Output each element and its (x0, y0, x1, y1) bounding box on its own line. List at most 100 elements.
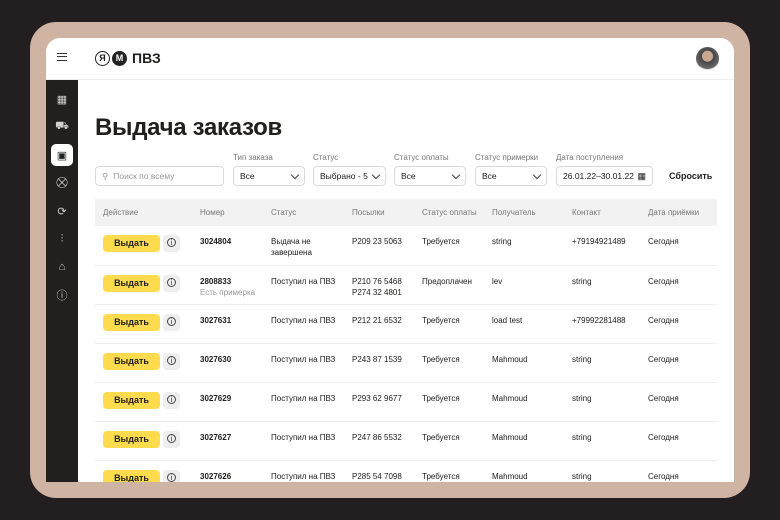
action-cell: Выдать (95, 265, 192, 305)
status-cell: Поступил на ПВЗ (263, 265, 344, 305)
table-header: Действие Номер Статус Посылки Статус оплаты П… (95, 199, 717, 226)
number-cell: 3027626 (192, 460, 263, 482)
issue-button[interactable]: Выдать (103, 274, 160, 292)
market-logo-icon: M (112, 50, 127, 66)
help-icon[interactable]: ⓘ (51, 284, 73, 306)
info-icon[interactable] (163, 352, 180, 370)
parcels-cell: P210 76 5468 P274 32 4801 (344, 265, 414, 305)
stats-icon[interactable]: ⫶ (51, 228, 73, 250)
search-filter: ⚲ Поиск по всему (95, 164, 224, 186)
table-row[interactable]: Выдать 3027627 Поступил на ПВЗ P247 86 5… (95, 421, 717, 461)
reset-button[interactable]: Сбросить (669, 171, 712, 181)
column-header[interactable]: Действие (95, 199, 192, 226)
status-cell: Выдача не завершена (263, 226, 344, 266)
sidebar: ▦ ⛟ ▣ ⛒ ⟳ ⫶ ⌂ ⓘ (46, 80, 78, 482)
parcel-number: P209 23 5063 (352, 237, 402, 246)
number-cell: 3027630 (192, 343, 263, 383)
search-input[interactable]: ⚲ Поиск по всему (95, 166, 224, 186)
cart-icon[interactable]: ⛒ (51, 172, 73, 194)
info-icon[interactable] (163, 274, 180, 292)
parcels-cell: P243 87 1539 (344, 343, 414, 383)
number-cell: 3024804 (192, 226, 263, 266)
column-header[interactable]: Номер (192, 199, 263, 226)
payment-cell: Требуется (414, 460, 484, 482)
payment-cell: Требуется (414, 421, 484, 461)
order-number[interactable]: 3027631 (200, 315, 263, 326)
yandex-logo-icon: Я (95, 50, 110, 66)
logo[interactable]: Я M ПВЗ (95, 50, 161, 66)
filter-label: Статус оплаты (394, 153, 449, 162)
avatar[interactable] (696, 47, 719, 70)
column-header[interactable]: Статус (263, 199, 344, 226)
parcels-cell: P293 62 9677 (344, 382, 414, 422)
table-row[interactable]: Выдать 3027629 Поступил на ПВЗ P293 62 9… (95, 382, 717, 422)
parcels-cell: P247 86 5532 (344, 421, 414, 461)
fitting-status-select[interactable]: Все (475, 166, 547, 186)
calendar-icon[interactable]: ▦ (637, 171, 646, 182)
issue-button[interactable]: Выдать (103, 430, 160, 448)
issue-button[interactable]: Выдать (103, 313, 160, 331)
menu-icon[interactable] (57, 53, 67, 61)
payment-cell: Требуется (414, 382, 484, 422)
column-header[interactable]: Контакт (564, 199, 640, 226)
info-icon[interactable] (163, 235, 180, 252)
column-header[interactable]: Статус оплаты (414, 199, 484, 226)
date-cell: Сегодня (640, 460, 717, 482)
issue-button[interactable]: Выдать (103, 352, 160, 370)
order-type-select[interactable]: Все (233, 166, 305, 186)
issue-button[interactable]: Выдать (103, 391, 160, 409)
parcel-number: P293 62 9677 (352, 393, 402, 403)
column-header[interactable]: Дата приёмки (640, 199, 717, 226)
column-header[interactable]: Посылки (344, 199, 414, 226)
chevron-down-icon (371, 170, 381, 179)
table-row[interactable]: Выдать 3027626 Поступил на ПВЗ P285 54 7… (95, 460, 717, 482)
table-row[interactable]: Выдать 3027630 Поступил на ПВЗ P243 87 1… (95, 343, 717, 383)
issue-button[interactable]: Выдать (103, 235, 160, 252)
payment-status-select[interactable]: Все (394, 166, 466, 186)
info-icon[interactable] (163, 391, 180, 409)
app-window: Я M ПВЗ ▦ ⛟ ▣ ⛒ ⟳ ⫶ ⌂ ⓘ Выдача заказов ⚲… (46, 38, 734, 482)
status-cell: Поступил на ПВЗ (263, 304, 344, 344)
info-icon[interactable] (163, 430, 180, 448)
parcel-number: P247 86 5532 (352, 432, 402, 442)
issue-button[interactable]: Выдать (103, 469, 160, 482)
table-row[interactable]: Выдать 2808833Есть примерка Поступил на … (95, 265, 717, 305)
box-icon[interactable]: ▣ (51, 144, 73, 166)
dashboard-icon[interactable]: ▦ (51, 88, 73, 110)
chevron-down-icon (532, 170, 542, 179)
status-cell: Поступил на ПВЗ (263, 343, 344, 383)
status-select[interactable]: Выбрано - 5 (313, 166, 386, 186)
parcels-cell: P209 23 5063 (344, 226, 414, 266)
store-icon[interactable]: ⌂ (51, 256, 73, 278)
truck-icon[interactable]: ⛟ (51, 116, 73, 138)
select-value: Все (482, 171, 497, 181)
refresh-icon[interactable]: ⟳ (51, 200, 73, 222)
info-icon[interactable] (163, 469, 180, 482)
order-number[interactable]: 3027626 (200, 471, 263, 482)
column-header[interactable]: Получатель (484, 199, 564, 226)
number-cell: 3027627 (192, 421, 263, 461)
top-header: Я M ПВЗ (46, 38, 734, 80)
order-number[interactable]: 3027629 (200, 393, 263, 404)
status-filter: Статус Выбрано - 5 (313, 153, 386, 186)
brand-name: ПВЗ (132, 50, 161, 66)
page-title: Выдача заказов (95, 114, 282, 141)
contact-cell: string (564, 343, 640, 383)
date-value: 26.01.22–30.01.22 (563, 171, 634, 181)
order-number[interactable]: 2808833 (200, 276, 263, 287)
order-number[interactable]: 3027627 (200, 432, 263, 443)
contact-cell: string (564, 265, 640, 305)
order-number[interactable]: 3024804 (200, 236, 263, 247)
contact-cell: string (564, 382, 640, 422)
date-cell: Сегодня (640, 343, 717, 383)
table-row[interactable]: Выдать 3024804 Выдача не завершена P209 … (95, 226, 717, 266)
table-row[interactable]: Выдать 3027631 Поступил на ПВЗ P212 21 6… (95, 304, 717, 344)
contact-cell: string (564, 421, 640, 461)
info-icon[interactable] (163, 313, 180, 331)
orders-table: Действие Номер Статус Посылки Статус оплаты П… (95, 199, 717, 482)
date-range-input[interactable]: 26.01.22–30.01.22 ▦ (556, 166, 653, 186)
recipient-cell: string (484, 226, 564, 266)
number-cell: 2808833 Есть примерка (192, 265, 263, 305)
filter-label: Дата поступления (556, 153, 624, 162)
order-number[interactable]: 3027630 (200, 354, 263, 365)
